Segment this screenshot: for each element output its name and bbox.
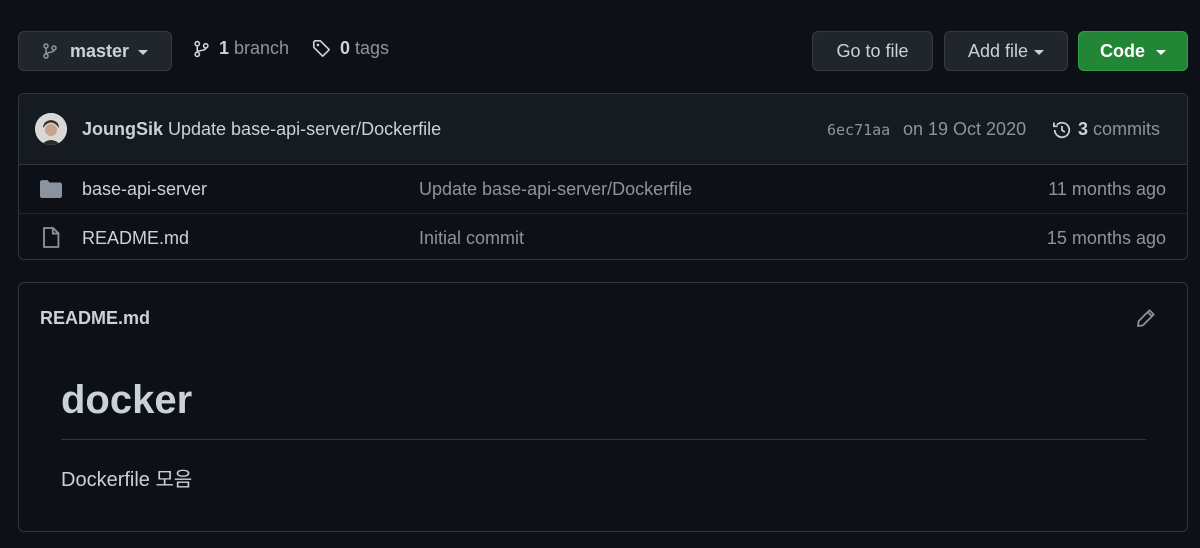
git-branch-icon [194, 40, 209, 57]
commit-message[interactable]: Update base-api-server/Dockerfile [168, 119, 441, 140]
latest-commit-bar: JoungSik Update base-api-server/Dockerfi… [19, 94, 1187, 165]
go-to-file-button[interactable]: Go to file [812, 31, 933, 71]
chevron-down-icon [1034, 49, 1045, 55]
file-commit-message[interactable]: Update base-api-server/Dockerfile [419, 179, 692, 200]
readme-body-text: Dockerfile 모음 [61, 469, 193, 491]
file-icon [43, 227, 60, 248]
chevron-down-icon [138, 49, 149, 55]
file-commit-message[interactable]: Initial commit [419, 228, 524, 249]
tag-count: 0 [340, 38, 351, 58]
code-button[interactable]: Code [1078, 31, 1188, 71]
readme-box: README.md docker Dockerfile 모음 [18, 282, 1188, 532]
add-file-label: Add file [967, 40, 1029, 61]
commit-author[interactable]: JoungSik [82, 119, 163, 140]
git-branch-icon [43, 43, 57, 59]
avatar-image [35, 113, 67, 145]
file-row[interactable]: base-api-server Update base-api-server/D… [19, 165, 1187, 213]
file-name[interactable]: base-api-server [82, 179, 207, 200]
commit-word: commits [1093, 119, 1161, 139]
commit-date: on 19 Oct 2020 [903, 119, 1027, 139]
branches-link[interactable]: 1 branch [193, 38, 289, 59]
branch-count: 1 [219, 38, 230, 58]
file-name[interactable]: README.md [82, 228, 189, 249]
code-label: Code [1100, 40, 1145, 61]
branch-selector-button[interactable]: master [18, 31, 172, 71]
tags-link[interactable]: 0 tags [312, 38, 389, 59]
file-row[interactable]: README.md Initial commit 15 months ago [19, 213, 1187, 262]
avatar[interactable] [35, 113, 67, 145]
readme-heading: docker [61, 378, 1146, 440]
branch-name: master [69, 40, 130, 61]
go-to-file-label: Go to file [836, 40, 909, 61]
tag-word: tags [355, 38, 390, 58]
commit-hash[interactable]: 6ec71aa [827, 121, 890, 139]
chevron-down-icon [1156, 49, 1166, 55]
pencil-icon[interactable] [1136, 308, 1156, 328]
commit-count: 3 [1078, 119, 1089, 139]
readme-filename: README.md [40, 308, 151, 328]
commits-link[interactable]: 3 commits [1052, 119, 1160, 140]
add-file-button[interactable]: Add file [944, 31, 1068, 71]
history-icon [1053, 121, 1071, 138]
file-age: 15 months ago [1046, 228, 1166, 248]
tag-icon [312, 39, 331, 58]
file-age: 11 months ago [1048, 179, 1166, 199]
branch-word: branch [234, 38, 290, 58]
folder-icon [40, 180, 62, 198]
file-list-box: JoungSik Update base-api-server/Dockerfi… [18, 93, 1188, 260]
